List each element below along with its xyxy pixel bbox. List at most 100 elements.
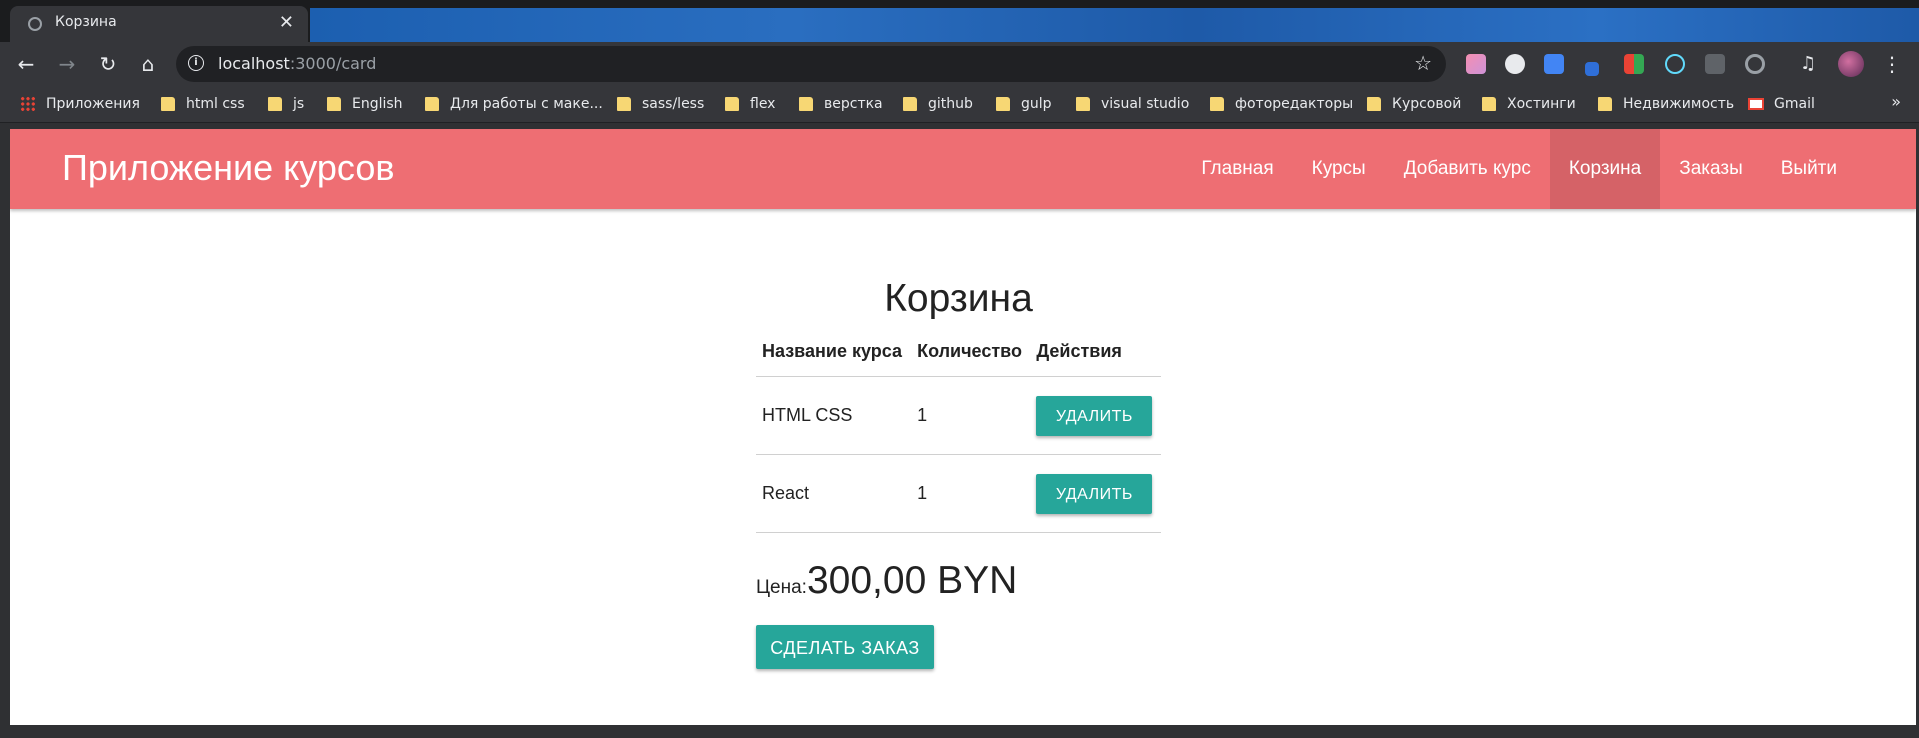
remove-button[interactable]: УДАЛИТЬ — [1036, 473, 1153, 514]
close-tab-icon[interactable]: ✕ — [279, 12, 294, 33]
bookmark-folder[interactable]: gulp — [996, 86, 1052, 122]
quantity-cell: 1 — [911, 376, 1031, 455]
place-order-button[interactable]: СДЕЛАТЬ ЗАКАЗ — [756, 625, 934, 669]
bookmark-label: html css — [186, 96, 245, 112]
folder-icon — [1367, 97, 1381, 111]
cart-table: Название курса Количество Действия HTML … — [756, 326, 1161, 533]
gmail-icon — [1748, 98, 1764, 110]
cart-content: Корзина Название курса Количество Действ… — [756, 209, 1176, 669]
folder-icon — [425, 97, 439, 111]
site-brand[interactable]: Приложение курсов — [62, 147, 394, 189]
bookmark-folder[interactable]: Курсовой — [1367, 86, 1461, 122]
nav-links: Главная Курсы Добавить курс Корзина Зака… — [1182, 129, 1916, 209]
column-header-quantity: Количество — [911, 326, 1031, 377]
reload-icon[interactable]: ↻ — [94, 50, 122, 78]
folder-icon — [268, 97, 282, 111]
site-navbar: Приложение курсов Главная Курсы Добавить… — [10, 129, 1916, 209]
nav-link-cart[interactable]: Корзина — [1549, 129, 1661, 209]
folder-icon — [799, 97, 813, 111]
extension-chat-icon[interactable] — [1505, 54, 1525, 74]
folder-icon — [327, 97, 341, 111]
bookmark-label: gulp — [1021, 96, 1052, 112]
bookmark-label: Gmail — [1774, 96, 1815, 112]
bookmarks-bar: Приложения html css js English Для работ… — [0, 86, 1919, 123]
profile-avatar[interactable] — [1838, 51, 1864, 77]
media-control-icon[interactable]: ♫ — [1800, 54, 1820, 74]
folder-icon — [161, 97, 175, 111]
bookmark-folder[interactable]: visual studio — [1076, 86, 1189, 122]
column-header-course-name: Название курса — [756, 326, 912, 377]
column-header-actions: Действия — [1030, 326, 1161, 377]
home-icon[interactable]: ⌂ — [134, 50, 162, 78]
bookmark-gmail[interactable]: Gmail — [1748, 86, 1815, 122]
bookmark-folder[interactable]: github — [903, 86, 973, 122]
address-bar[interactable]: i localhost:3000/card ☆ — [176, 46, 1446, 82]
price-value: 300,00 BYN — [806, 559, 1018, 602]
bookmark-label: flex — [750, 96, 776, 112]
bookmark-star-icon[interactable]: ☆ — [1414, 51, 1432, 75]
browser-toolbar: ← → ↻ ⌂ i localhost:3000/card ☆ ♫ ⋮ — [0, 42, 1919, 86]
folder-icon — [1076, 97, 1090, 111]
bookmark-folder[interactable]: Хостинги — [1482, 86, 1576, 122]
bookmark-folder[interactable]: html css — [161, 86, 245, 122]
bookmark-folder[interactable]: верстка — [799, 86, 883, 122]
folder-icon — [1210, 97, 1224, 111]
nav-link-courses[interactable]: Курсы — [1293, 129, 1385, 209]
browser-tab[interactable]: Корзина ✕ — [10, 6, 308, 42]
bookmark-folder[interactable]: flex — [725, 86, 775, 122]
react-devtools-icon[interactable] — [1665, 54, 1685, 74]
extension-paint-icon[interactable] — [1466, 54, 1486, 74]
course-name-cell: HTML CSS — [756, 376, 912, 455]
bookmark-folder[interactable]: sass/less — [617, 86, 704, 122]
nav-link-home[interactable]: Главная — [1182, 129, 1292, 209]
bookmark-label: верстка — [824, 96, 883, 112]
tab-strip: Корзина ✕ — [0, 0, 1919, 42]
bookmark-folder[interactable]: js — [268, 86, 304, 122]
bookmark-label: sass/less — [642, 96, 705, 112]
bookmark-label: Приложения — [46, 96, 140, 112]
nav-link-orders[interactable]: Заказы — [1660, 129, 1762, 209]
forward-icon[interactable]: → — [53, 50, 81, 78]
quantity-cell: 1 — [911, 454, 1031, 533]
bookmark-label: English — [352, 96, 403, 112]
bookmark-folder[interactable]: фоторедакторы — [1210, 86, 1353, 122]
globe-icon — [28, 17, 42, 31]
bookmark-label: visual studio — [1101, 96, 1190, 112]
table-header-row: Название курса Количество Действия — [756, 326, 1161, 377]
folder-icon — [903, 97, 917, 111]
nav-link-add-course[interactable]: Добавить курс — [1385, 129, 1550, 209]
info-icon[interactable]: i — [188, 55, 204, 71]
folder-icon — [725, 97, 739, 111]
course-name-cell: React — [756, 454, 912, 533]
bookmark-label: Недвижимость — [1623, 96, 1735, 112]
bookmark-label: Для работы с маке... — [450, 96, 603, 112]
url-text[interactable]: localhost:3000/card — [218, 54, 376, 73]
more-bookmarks-icon[interactable]: » — [1891, 92, 1901, 111]
page-title: Корзина — [884, 277, 1033, 320]
bookmark-label: js — [293, 96, 305, 112]
actions-cell: УДАЛИТЬ — [1030, 454, 1161, 533]
tab-title: Корзина — [55, 14, 117, 30]
bookmark-folder[interactable]: English — [327, 86, 403, 122]
cart-total: Цена:300,00 BYN — [756, 559, 1176, 603]
folder-icon — [996, 97, 1010, 111]
apps-icon — [20, 96, 36, 112]
page-viewport: Приложение курсов Главная Курсы Добавить… — [10, 129, 1916, 725]
bookmark-folder[interactable]: Недвижимость — [1598, 86, 1734, 122]
bookmark-label: Курсовой — [1392, 96, 1462, 112]
bookmark-label: фоторедакторы — [1235, 96, 1354, 112]
remove-button[interactable]: УДАЛИТЬ — [1036, 395, 1153, 436]
extension-circle-icon[interactable] — [1745, 54, 1765, 74]
bookmark-folder[interactable]: Для работы с маке... — [425, 86, 603, 122]
folder-icon — [1598, 97, 1612, 111]
extension-grid-icon[interactable] — [1624, 54, 1644, 74]
menu-kebab-icon[interactable]: ⋮ — [1878, 50, 1906, 78]
bookmark-apps[interactable]: Приложения — [20, 86, 140, 122]
url-host: localhost — [218, 54, 290, 73]
extension-picker-icon[interactable] — [1585, 62, 1599, 76]
extension-window-icon[interactable] — [1705, 54, 1725, 74]
nav-link-logout[interactable]: Выйти — [1762, 129, 1916, 209]
extension-translate-icon[interactable] — [1544, 54, 1564, 74]
actions-cell: УДАЛИТЬ — [1030, 376, 1161, 455]
back-icon[interactable]: ← — [12, 50, 40, 78]
